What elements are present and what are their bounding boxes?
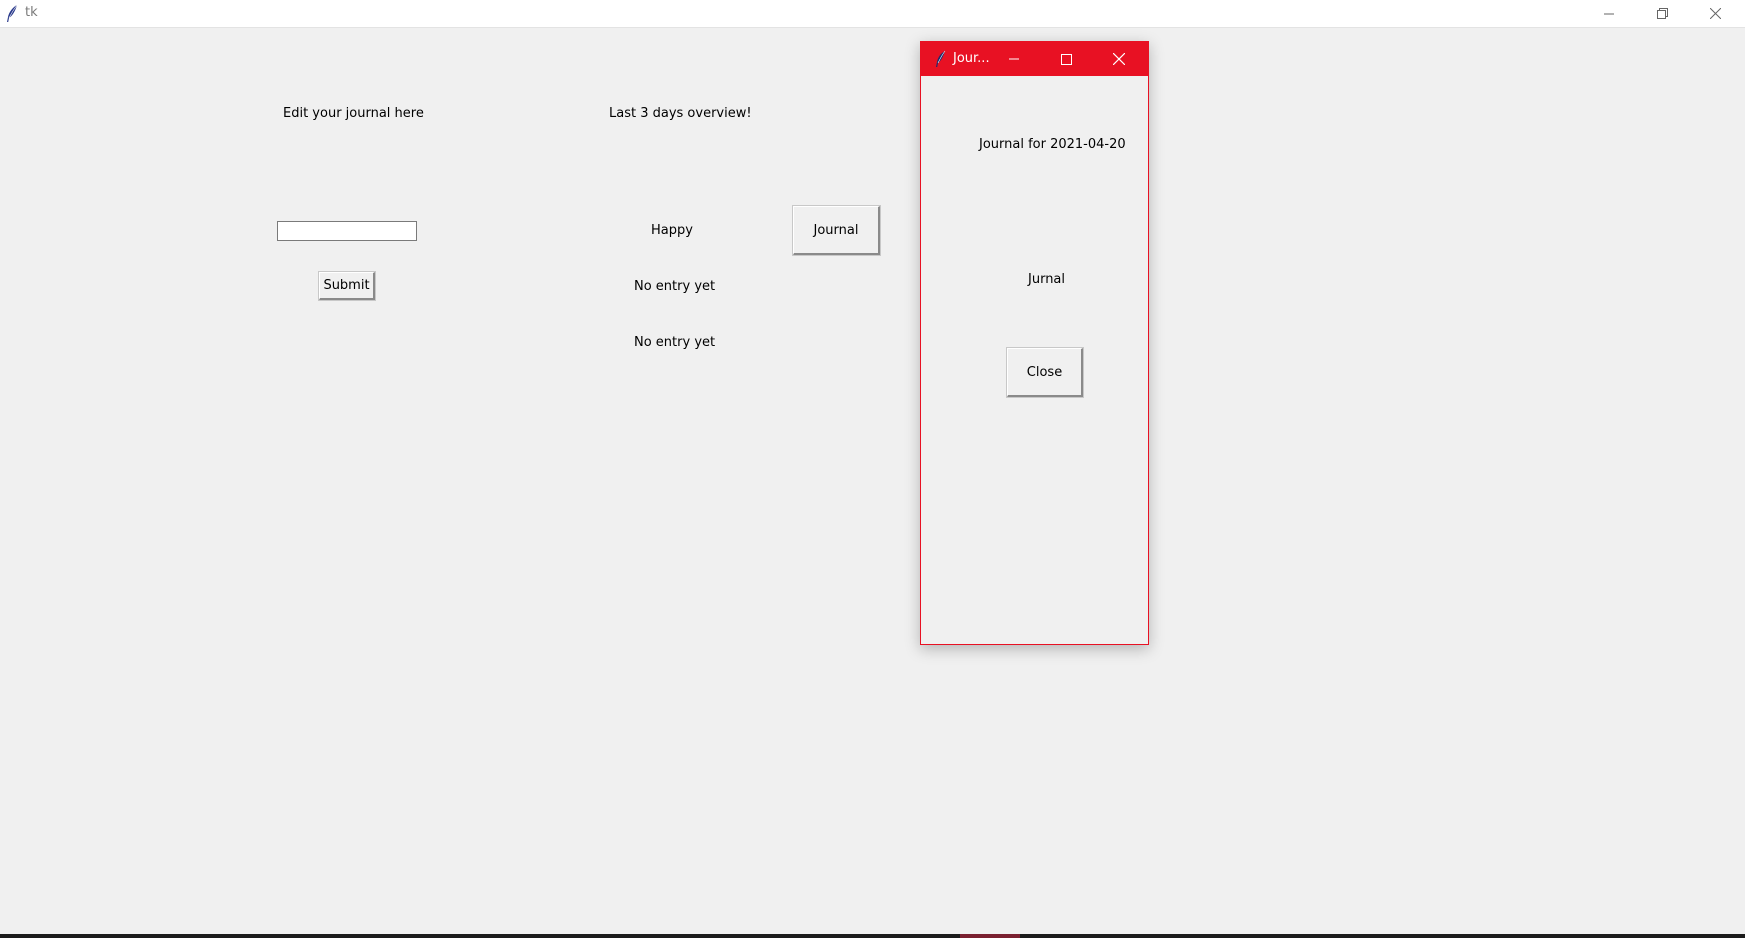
journal-entry-input[interactable] (277, 221, 417, 241)
minimize-button[interactable] (1583, 0, 1635, 27)
edit-journal-label: Edit your journal here (283, 106, 424, 121)
overview-day-3: No entry yet (634, 335, 716, 350)
maximize-icon (1060, 53, 1072, 65)
close-icon (1709, 8, 1721, 19)
restore-icon (1656, 8, 1668, 19)
dialog-title: Jour... (953, 51, 990, 66)
restore-button[interactable] (1636, 0, 1688, 27)
close-icon (1113, 53, 1125, 65)
tk-feather-icon (7, 4, 18, 22)
dialog-maximize-button[interactable] (1040, 42, 1092, 76)
main-window: tk Edit your journal here Last 3 days ov… (0, 0, 1745, 938)
journal-button[interactable]: Journal (793, 206, 880, 255)
minimize-icon (1009, 58, 1019, 60)
tk-feather-icon (936, 50, 946, 67)
journal-dialog: Jour... Journal for 2021-04-20 Jurnal Cl… (920, 41, 1149, 645)
overview-day-2: No entry yet (634, 279, 716, 294)
dialog-minimize-button[interactable] (988, 42, 1040, 76)
dialog-heading: Journal for 2021-04-20 (979, 137, 1126, 152)
main-titlebar[interactable]: tk (0, 0, 1745, 28)
dialog-titlebar[interactable]: Jour... (921, 42, 1148, 76)
minimize-icon (1604, 13, 1614, 14)
taskbar-edge (0, 934, 1745, 938)
dialog-close-action-button[interactable]: Close (1007, 348, 1083, 397)
overview-label: Last 3 days overview! (609, 106, 752, 121)
window-title: tk (25, 5, 38, 20)
dialog-close-button[interactable] (1093, 42, 1145, 76)
overview-day-1: Happy (651, 223, 693, 238)
submit-button[interactable]: Submit (319, 272, 375, 300)
close-button[interactable] (1689, 0, 1741, 27)
taskbar-accent (960, 934, 1020, 938)
dialog-journal-text: Jurnal (1028, 272, 1066, 287)
